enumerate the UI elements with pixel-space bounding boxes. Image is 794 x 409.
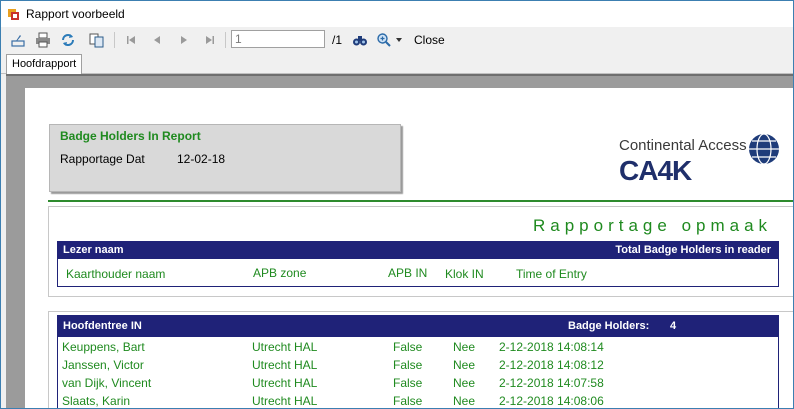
column-header: Klok IN xyxy=(445,267,484,281)
group-section: Hoofdentree IN Badge Holders: 4 Keuppens… xyxy=(48,311,793,408)
close-button[interactable]: Close xyxy=(414,33,445,47)
print-icon[interactable] xyxy=(33,30,53,50)
row-apb: False xyxy=(393,340,423,354)
logo-text: Continental Access xyxy=(619,137,747,154)
row-klok: Nee xyxy=(453,394,476,408)
find-icon[interactable] xyxy=(350,30,370,50)
header-divider xyxy=(48,200,793,202)
row-time: 2-12-2018 14:08:12 xyxy=(499,358,604,372)
row-zone: Utrecht HAL xyxy=(252,358,318,372)
export-icon[interactable] xyxy=(87,30,107,50)
report-date-label: Rapportage Dat xyxy=(60,152,145,166)
title-bar: Rapport voorbeeld xyxy=(1,1,793,27)
page-total-label: /1 xyxy=(332,33,343,47)
total-badge-holders-header: Total Badge Holders in reader xyxy=(615,244,771,256)
report-header-box: Badge Holders In Report Rapportage Dat 1… xyxy=(49,124,401,192)
column-header: Kaarthouder naam xyxy=(66,267,166,281)
app-icon xyxy=(7,7,21,21)
page-number-input[interactable] xyxy=(231,30,325,48)
window-title: Rapport voorbeeld xyxy=(26,7,125,21)
first-page-icon[interactable] xyxy=(121,30,141,50)
row-time: 2-12-2018 14:08:06 xyxy=(499,394,604,408)
row-klok: Nee xyxy=(453,340,476,354)
report-preview-window: Rapport voorbeeld /1 xyxy=(0,0,794,409)
refresh-icon[interactable] xyxy=(58,30,78,50)
group-name: Hoofdentree IN xyxy=(63,320,142,332)
tab-bar: Hoofdrapport xyxy=(1,53,793,74)
table-row: Keuppens, Bart Utrecht HAL False Nee 2-1… xyxy=(57,338,779,356)
reader-name-header: Lezer naam xyxy=(63,244,124,256)
zoom-icon[interactable] xyxy=(374,30,394,50)
row-time: 2-12-2018 14:07:58 xyxy=(499,376,604,390)
table-row: Slaats, Karin Utrecht HAL False Nee 2-12… xyxy=(57,392,779,408)
report-viewer[interactable]: Badge Holders In Report Rapportage Dat 1… xyxy=(6,74,793,408)
toolbar: /1 Close xyxy=(1,27,793,53)
tab-hoofdrapport[interactable]: Hoofdrapport xyxy=(6,54,83,74)
group-header-bar: Hoofdentree IN Badge Holders: 4 xyxy=(57,315,779,337)
column-header: Time of Entry xyxy=(516,267,587,281)
row-zone: Utrecht HAL xyxy=(252,376,318,390)
row-name: Janssen, Victor xyxy=(62,358,144,372)
column-header-row: Kaarthouder naam APB zone APB IN Klok IN… xyxy=(57,259,779,287)
company-logo: Continental Access CA4K xyxy=(597,128,787,194)
toolbar-separator xyxy=(225,32,226,48)
section-title: Rapportage opmaak xyxy=(533,216,773,235)
report-title: Badge Holders In Report xyxy=(60,129,201,143)
reader-header-bar: Lezer naam Total Badge Holders in reader xyxy=(57,241,779,259)
badge-holders-label: Badge Holders: xyxy=(568,320,650,332)
row-apb: False xyxy=(393,358,423,372)
row-zone: Utrecht HAL xyxy=(252,394,318,408)
report-header-section: Rapportage opmaak Lezer naam Total Badge… xyxy=(48,206,793,297)
table-row: Janssen, Victor Utrecht HAL False Nee 2-… xyxy=(57,356,779,374)
chevron-down-icon[interactable] xyxy=(393,30,405,50)
badge-holders-count: 4 xyxy=(670,320,677,332)
report-page: Badge Holders In Report Rapportage Dat 1… xyxy=(25,88,793,408)
report-date-value: 12-02-18 xyxy=(177,152,226,166)
logo-ca4k: CA4K xyxy=(619,155,692,186)
globe-icon xyxy=(749,133,779,165)
row-klok: Nee xyxy=(453,376,476,390)
next-page-icon[interactable] xyxy=(174,30,194,50)
row-apb: False xyxy=(393,376,423,390)
row-name: van Dijk, Vincent xyxy=(62,376,152,390)
row-apb: False xyxy=(393,394,423,408)
last-page-icon[interactable] xyxy=(200,30,220,50)
column-header: APB IN xyxy=(388,266,428,280)
table-row: van Dijk, Vincent Utrecht HAL False Nee … xyxy=(57,374,779,392)
row-zone: Utrecht HAL xyxy=(252,340,318,354)
row-name: Keuppens, Bart xyxy=(62,340,145,354)
column-header: APB zone xyxy=(253,266,307,280)
previous-page-icon[interactable] xyxy=(147,30,167,50)
row-klok: Nee xyxy=(453,358,476,372)
row-time: 2-12-2018 14:08:14 xyxy=(499,340,604,354)
toolbar-separator xyxy=(114,32,115,48)
row-name: Slaats, Karin xyxy=(62,394,131,408)
page-setup-icon[interactable] xyxy=(8,30,28,50)
